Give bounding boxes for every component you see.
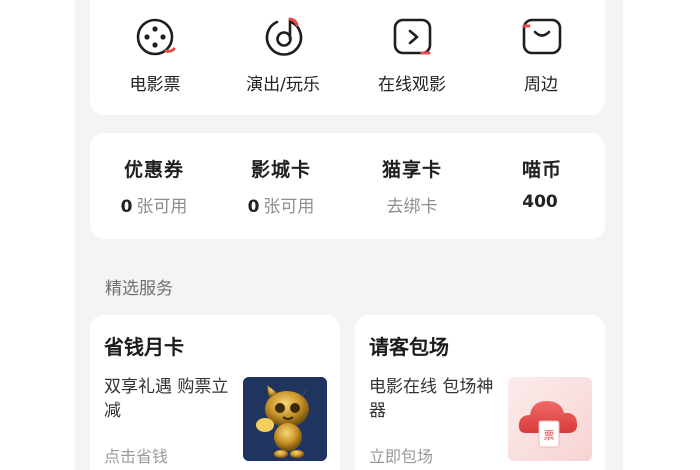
cat-mascot-icon bbox=[243, 377, 327, 461]
shortcut-label: 电影票 bbox=[129, 75, 181, 95]
service-card-private-screening[interactable]: 请客包场 电影在线 包场神器 立即包场 票 bbox=[355, 315, 605, 470]
wallet-item-status: 去绑卡 bbox=[386, 197, 438, 217]
red-cloud-ticket-image: 票 bbox=[508, 377, 592, 461]
wallet-item-status: 张可用 bbox=[136, 197, 188, 217]
wallet-item-title: 喵币 bbox=[521, 159, 562, 181]
wallet-item-sub: 0 张可用 bbox=[217, 192, 345, 217]
shortcut-label: 在线观影 bbox=[378, 75, 446, 95]
service-title: 请客包场 bbox=[369, 335, 449, 359]
shortcut-grid: 电影票 演出/玩乐 在线观影 周边 bbox=[90, 0, 605, 115]
play-screen-icon bbox=[393, 18, 432, 55]
merch-bag-icon bbox=[522, 18, 562, 55]
app-screen: 电影票 演出/玩乐 在线观影 周边 优惠券 0 张可用 影城卡 0 张可用 猫享… bbox=[75, 0, 623, 470]
section-title: 精选服务 bbox=[105, 279, 173, 299]
ticket-char: 票 bbox=[544, 429, 555, 442]
film-reel-icon bbox=[136, 18, 176, 56]
service-desc: 双享礼遇 购票立减 bbox=[104, 377, 229, 421]
wallet-item-status: 张可用 bbox=[263, 197, 315, 217]
wallet-item-sub: 去绑卡 bbox=[348, 192, 476, 217]
shortcut-label: 演出/玩乐 bbox=[246, 75, 320, 95]
wallet-item-title: 影城卡 bbox=[250, 159, 311, 181]
wallet-coins[interactable]: 喵币 400 bbox=[478, 155, 606, 212]
service-desc: 电影在线 包场神器 bbox=[369, 377, 494, 421]
music-disc-icon bbox=[265, 17, 303, 56]
wallet-item-count: 0 bbox=[247, 197, 260, 217]
wallet-item-title: 猫享卡 bbox=[381, 159, 442, 181]
service-card-monthly[interactable]: 省钱月卡 双享礼遇 购票立减 点击省钱 bbox=[90, 315, 340, 470]
gold-cat-mascot-image bbox=[243, 377, 327, 461]
wallet-item-count: 0 bbox=[120, 197, 133, 217]
wallet-coupons[interactable]: 优惠券 0 张可用 bbox=[90, 155, 218, 217]
cloud-ticket-icon: 票 bbox=[508, 377, 592, 461]
wallet-cinema-card[interactable]: 影城卡 0 张可用 bbox=[217, 155, 345, 217]
wallet-item-count: 400 bbox=[522, 192, 558, 212]
wallet-item-sub: 400 bbox=[478, 192, 606, 212]
service-link[interactable]: 立即包场 bbox=[369, 443, 433, 467]
service-link[interactable]: 点击省钱 bbox=[104, 443, 168, 467]
wallet-cat-card[interactable]: 猫享卡 去绑卡 bbox=[348, 155, 476, 217]
wallet-item-title: 优惠券 bbox=[123, 159, 184, 181]
service-title: 省钱月卡 bbox=[104, 335, 184, 359]
wallet-card: 优惠券 0 张可用 影城卡 0 张可用 猫享卡 去绑卡 喵币 400 bbox=[90, 133, 605, 239]
wallet-item-sub: 0 张可用 bbox=[90, 192, 218, 217]
shortcut-label: 周边 bbox=[524, 75, 558, 95]
